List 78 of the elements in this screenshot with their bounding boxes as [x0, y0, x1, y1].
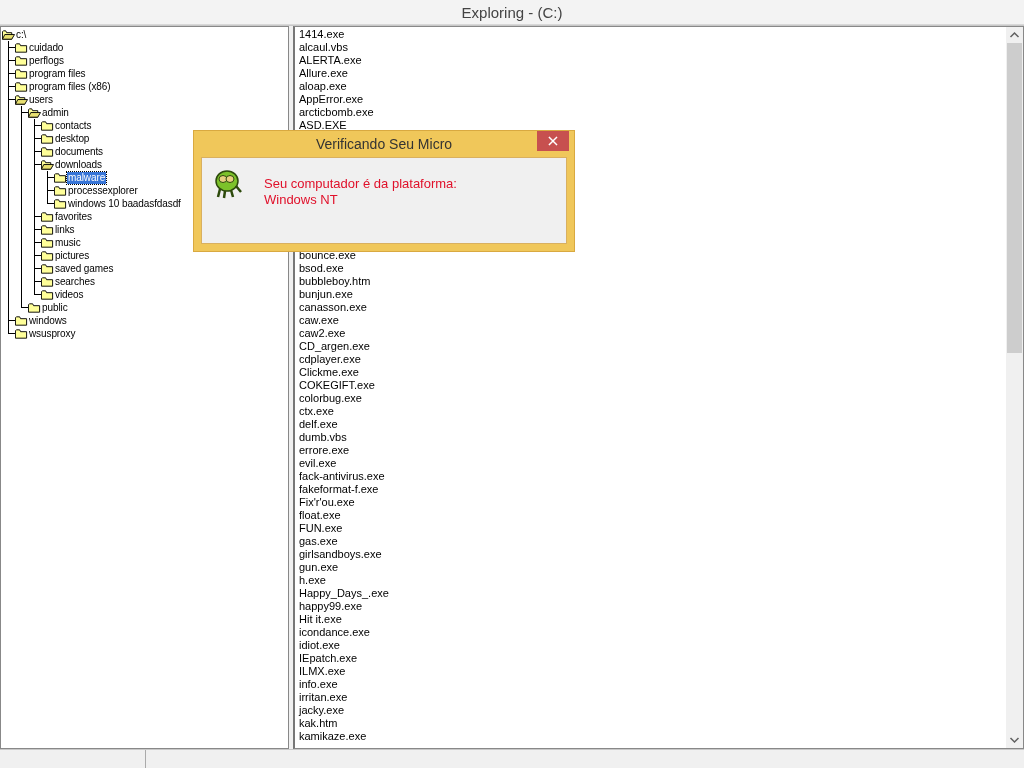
- bug-icon: [212, 168, 244, 200]
- tree-item[interactable]: downloads: [54, 158, 103, 171]
- file-item[interactable]: CD_argen.exe: [299, 340, 1002, 353]
- file-item[interactable]: jacky.exe: [299, 704, 1002, 717]
- file-item[interactable]: bounce.exe: [299, 249, 1002, 262]
- file-item[interactable]: fack-antivirus.exe: [299, 470, 1002, 483]
- close-button[interactable]: ×: [537, 131, 569, 151]
- tree-item[interactable]: malware: [67, 171, 107, 184]
- file-item[interactable]: Fix'r'ou.exe: [299, 496, 1002, 509]
- file-item[interactable]: happy99.exe: [299, 600, 1002, 613]
- window-title: Exploring - (C:): [461, 3, 563, 21]
- file-item[interactable]: kamikaze.exe: [299, 730, 1002, 743]
- tree-item[interactable]: admin: [41, 106, 70, 119]
- tree-item[interactable]: public: [41, 301, 69, 314]
- file-item[interactable]: 1414.exe: [299, 28, 1002, 41]
- file-item[interactable]: ctx.exe: [299, 405, 1002, 418]
- tree-item[interactable]: users: [28, 93, 54, 106]
- file-item[interactable]: caw.exe: [299, 314, 1002, 327]
- file-item[interactable]: arcticbomb.exe: [299, 106, 1002, 119]
- file-item[interactable]: h.exe: [299, 574, 1002, 587]
- tree-item[interactable]: links: [54, 223, 76, 236]
- file-item[interactable]: delf.exe: [299, 418, 1002, 431]
- file-item[interactable]: Clickme.exe: [299, 366, 1002, 379]
- tree-item[interactable]: contacts: [54, 119, 93, 132]
- file-item[interactable]: alcaul.vbs: [299, 41, 1002, 54]
- dialog-message: Seu computador é da plataforma:: [264, 176, 457, 192]
- tree-item[interactable]: processexplorer: [67, 184, 139, 197]
- dialog-title: Verificando Seu Micro: [315, 136, 453, 152]
- vertical-scrollbar[interactable]: [1006, 27, 1023, 748]
- tree-item[interactable]: c:\: [15, 28, 28, 41]
- tree-item[interactable]: windows 10 baadasfdasdf: [67, 197, 182, 210]
- tree-item[interactable]: program files (x86): [28, 80, 112, 93]
- file-item[interactable]: Hit it.exe: [299, 613, 1002, 626]
- file-item[interactable]: evil.exe: [299, 457, 1002, 470]
- file-item[interactable]: gas.exe: [299, 535, 1002, 548]
- file-item[interactable]: fakeformat-f.exe: [299, 483, 1002, 496]
- scroll-thumb[interactable]: [1007, 43, 1022, 353]
- file-item[interactable]: kak.htm: [299, 717, 1002, 730]
- file-item[interactable]: icondance.exe: [299, 626, 1002, 639]
- file-item[interactable]: dumb.vbs: [299, 431, 1002, 444]
- tree-item[interactable]: desktop: [54, 132, 91, 145]
- file-item[interactable]: AppError.exe: [299, 93, 1002, 106]
- tree-item[interactable]: documents: [54, 145, 105, 158]
- tree-item[interactable]: wsusproxy: [28, 327, 77, 340]
- file-item[interactable]: float.exe: [299, 509, 1002, 522]
- file-item[interactable]: ILMX.exe: [299, 665, 1002, 678]
- file-item[interactable]: gun.exe: [299, 561, 1002, 574]
- file-item[interactable]: IEpatch.exe: [299, 652, 1002, 665]
- file-item[interactable]: bsod.exe: [299, 262, 1002, 275]
- file-item[interactable]: caw2.exe: [299, 327, 1002, 340]
- tree-item[interactable]: music: [54, 236, 82, 249]
- file-item[interactable]: colorbug.exe: [299, 392, 1002, 405]
- file-item[interactable]: Allure.exe: [299, 67, 1002, 80]
- file-item[interactable]: info.exe: [299, 678, 1002, 691]
- file-item[interactable]: COKEGIFT.exe: [299, 379, 1002, 392]
- file-item[interactable]: bubbleboy.htm: [299, 275, 1002, 288]
- file-item[interactable]: ASD.EXE: [299, 119, 1002, 132]
- dialog-message: Windows NT: [264, 192, 339, 208]
- file-item[interactable]: ALERTA.exe: [299, 54, 1002, 67]
- file-item[interactable]: idiot.exe: [299, 639, 1002, 652]
- tree-item[interactable]: windows: [28, 314, 68, 327]
- file-item[interactable]: girlsandboys.exe: [299, 548, 1002, 561]
- tree-item[interactable]: favorites: [54, 210, 93, 223]
- tree-item[interactable]: searches: [54, 275, 96, 288]
- tree-item[interactable]: perflogs: [28, 54, 65, 67]
- file-item[interactable]: cdplayer.exe: [299, 353, 1002, 366]
- tree-item[interactable]: program files: [28, 67, 87, 80]
- file-item[interactable]: irritan.exe: [299, 691, 1002, 704]
- file-item[interactable]: canasson.exe: [299, 301, 1002, 314]
- tree-item[interactable]: cuidado: [28, 41, 65, 54]
- file-item[interactable]: aloap.exe: [299, 80, 1002, 93]
- tree-item[interactable]: videos: [54, 288, 85, 301]
- file-item[interactable]: Happy_Days_.exe: [299, 587, 1002, 600]
- tree-item[interactable]: saved games: [54, 262, 115, 275]
- file-item[interactable]: errore.exe: [299, 444, 1002, 457]
- file-item[interactable]: bunjun.exe: [299, 288, 1002, 301]
- tree-item[interactable]: pictures: [54, 249, 91, 262]
- file-item[interactable]: FUN.exe: [299, 522, 1002, 535]
